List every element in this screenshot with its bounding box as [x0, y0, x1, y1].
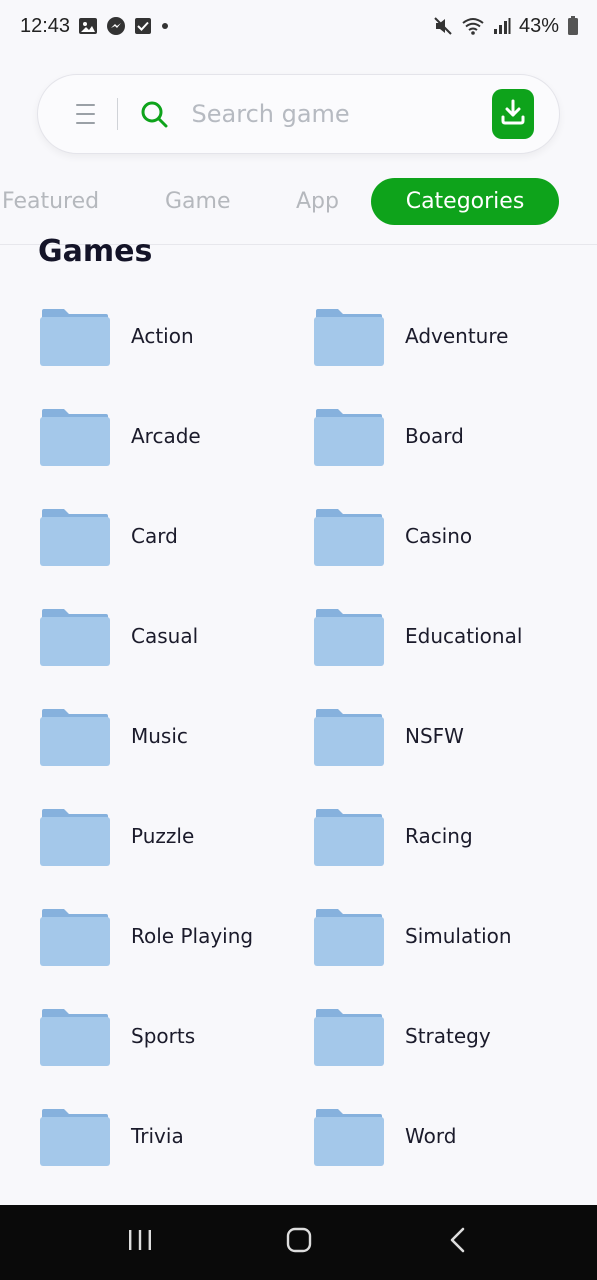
folder-icon [40, 608, 110, 666]
category-label: Arcade [131, 424, 201, 448]
signal-icon [493, 17, 511, 35]
folder-icon [40, 908, 110, 966]
folder-icon [314, 908, 384, 966]
category-item[interactable]: Sports [40, 1008, 314, 1108]
folder-icon [40, 308, 110, 366]
category-item[interactable]: Trivia [40, 1108, 314, 1208]
folder-icon [314, 808, 384, 866]
folder-icon [314, 308, 384, 366]
tab-featured[interactable]: Featured [2, 189, 99, 214]
category-label: Board [405, 424, 464, 448]
folder-icon [40, 408, 110, 466]
gallery-icon [78, 16, 98, 36]
category-label: NSFW [405, 724, 464, 748]
folder-icon [40, 508, 110, 566]
category-label: Racing [405, 824, 473, 848]
folder-icon [40, 1108, 110, 1166]
category-item[interactable]: Role Playing [40, 908, 314, 1008]
category-item[interactable]: Board [314, 408, 570, 508]
checkbox-icon [134, 17, 152, 35]
folder-icon [314, 608, 384, 666]
category-item[interactable]: NSFW [314, 708, 570, 808]
status-right: 43% [433, 15, 579, 38]
recent-apps-button[interactable] [120, 1223, 160, 1263]
category-label: Music [131, 724, 188, 748]
folder-icon [314, 1108, 384, 1166]
category-item[interactable]: Educational [314, 608, 570, 708]
folder-icon [314, 708, 384, 766]
download-button[interactable] [491, 89, 534, 139]
category-label: Strategy [405, 1024, 491, 1048]
search-input[interactable] [191, 100, 492, 128]
status-left: 12:43 [20, 15, 170, 38]
section-title: Games [38, 234, 153, 269]
category-grid: Action Adventure Arcade Board Card Casino Casu… [40, 308, 570, 1208]
tab-game[interactable]: Game [165, 189, 231, 214]
category-label: Action [131, 324, 194, 348]
folder-icon [314, 1008, 384, 1066]
category-item[interactable]: Strategy [314, 1008, 570, 1108]
back-button[interactable] [438, 1223, 478, 1263]
folder-icon [314, 508, 384, 566]
category-label: Puzzle [131, 824, 195, 848]
folder-icon [314, 408, 384, 466]
category-label: Sports [131, 1024, 196, 1048]
category-label: Card [131, 524, 178, 548]
search-bar [37, 74, 560, 154]
folder-icon [40, 708, 110, 766]
system-nav-bar [0, 1205, 597, 1280]
battery-percent: 43% [518, 14, 559, 37]
category-label: Trivia [131, 1124, 184, 1148]
category-item[interactable]: Word [314, 1108, 570, 1208]
folder-icon [40, 808, 110, 866]
search-icon[interactable] [140, 100, 168, 128]
recent-apps-icon [127, 1228, 153, 1257]
status-bar: 12:43 43% [0, 0, 597, 52]
mute-icon [433, 16, 453, 36]
download-icon [498, 97, 528, 132]
search-divider [116, 98, 118, 130]
home-icon [286, 1227, 312, 1258]
category-item[interactable]: Puzzle [40, 808, 314, 908]
wifi-icon [461, 16, 485, 36]
category-label: Simulation [405, 924, 512, 948]
tab-categories[interactable]: Categories [371, 178, 559, 225]
folder-icon [40, 1008, 110, 1066]
tab-bar: Featured Game App Categories [0, 178, 597, 226]
category-item[interactable]: Racing [314, 808, 570, 908]
battery-icon [567, 16, 579, 36]
dot-icon [160, 21, 170, 31]
category-label: Casino [405, 524, 473, 548]
category-item[interactable]: Card [40, 508, 314, 608]
category-item[interactable]: Music [40, 708, 314, 808]
menu-icon[interactable] [76, 104, 95, 124]
category-item[interactable]: Adventure [314, 308, 570, 408]
category-item[interactable]: Casual [40, 608, 314, 708]
category-item[interactable]: Arcade [40, 408, 314, 508]
messenger-icon [106, 16, 126, 36]
category-label: Casual [131, 624, 199, 648]
category-item[interactable]: Casino [314, 508, 570, 608]
category-label: Word [405, 1124, 457, 1148]
category-item[interactable]: Action [40, 308, 314, 408]
category-label: Adventure [405, 324, 509, 348]
tab-app[interactable]: App [296, 189, 339, 214]
home-button[interactable] [279, 1223, 319, 1263]
category-label: Educational [405, 624, 523, 648]
status-time: 12:43 [20, 14, 71, 37]
category-item[interactable]: Simulation [314, 908, 570, 1008]
back-icon [448, 1226, 468, 1259]
category-label: Role Playing [131, 924, 254, 948]
